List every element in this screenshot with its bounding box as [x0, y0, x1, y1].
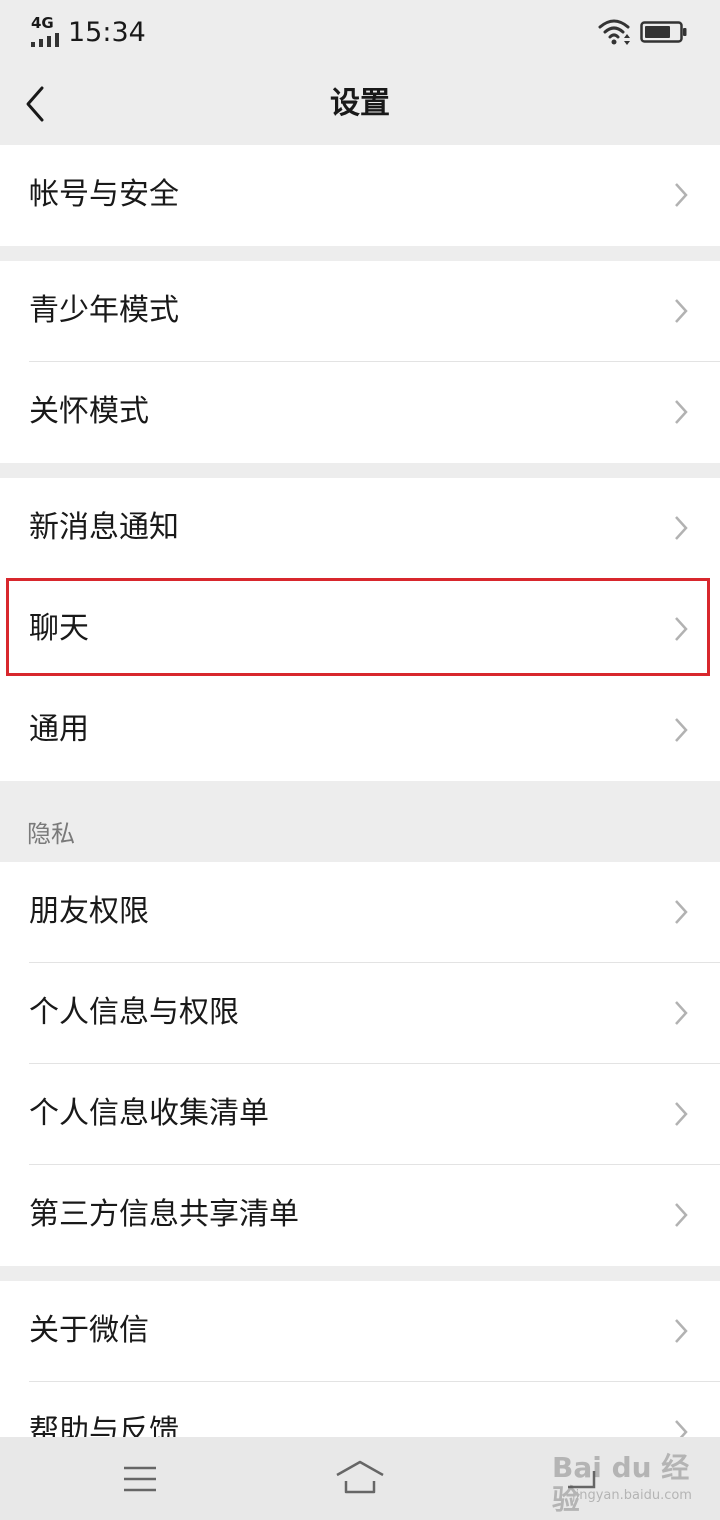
chevron-right-icon [675, 1001, 688, 1025]
settings-item-chat[interactable]: 聊天 [0, 579, 720, 680]
settings-item-label: 聊天 [29, 611, 89, 646]
settings-group-privacy: 朋友权限 个人信息与权限 个人信息收集清单 第三方信息共享清单 [0, 862, 720, 1266]
settings-item-third-party-sharing-list[interactable]: 第三方信息共享清单 [0, 1165, 720, 1266]
settings-item-notifications[interactable]: 新消息通知 [0, 478, 720, 579]
settings-item-care-mode[interactable]: 关怀模式 [0, 362, 720, 463]
status-time: 15:34 [68, 17, 146, 48]
settings-item-info-collection-list[interactable]: 个人信息收集清单 [0, 1064, 720, 1165]
wifi-icon [598, 19, 630, 45]
settings-item-help-feedback[interactable]: 帮助与反馈 [0, 1382, 720, 1437]
settings-item-label: 关怀模式 [29, 394, 149, 429]
watermark-main: Bai du 经验 [552, 1451, 690, 1516]
settings-item-label: 帐号与安全 [29, 177, 179, 212]
settings-item-friend-permissions[interactable]: 朋友权限 [0, 862, 720, 963]
settings-item-label: 关于微信 [29, 1313, 149, 1348]
settings-group-general: 新消息通知 聊天 通用 [0, 478, 720, 781]
settings-item-label: 新消息通知 [29, 510, 179, 545]
chevron-right-icon [675, 400, 688, 424]
section-label-privacy: 隐私 [27, 820, 75, 848]
nav-bar: 设置 [0, 64, 720, 144]
page-title: 设置 [330, 86, 390, 121]
settings-item-label: 朋友权限 [29, 894, 149, 929]
settings-item-about-wechat[interactable]: 关于微信 [0, 1281, 720, 1382]
baidu-watermark: Bai du 经验 jingyan.baidu.com [552, 1442, 692, 1516]
settings-item-general[interactable]: 通用 [0, 680, 720, 781]
settings-item-label: 个人信息与权限 [29, 995, 239, 1030]
settings-item-personal-info-permissions[interactable]: 个人信息与权限 [0, 963, 720, 1064]
chevron-right-icon [675, 299, 688, 323]
watermark-sub: jingyan.baidu.com [572, 1488, 692, 1503]
chevron-right-icon [675, 1420, 688, 1437]
settings-item-label: 通用 [29, 712, 89, 747]
chevron-right-icon [675, 183, 688, 207]
settings-item-label: 帮助与反馈 [29, 1414, 179, 1437]
settings-item-label: 第三方信息共享清单 [29, 1197, 299, 1232]
settings-group-modes: 青少年模式 关怀模式 [0, 261, 720, 463]
chevron-right-icon [675, 1319, 688, 1343]
menu-icon[interactable] [122, 1465, 158, 1493]
battery-icon [640, 21, 687, 43]
chevron-right-icon [675, 617, 688, 641]
home-icon[interactable] [334, 1459, 386, 1495]
settings-item-account-security[interactable]: 帐号与安全 [0, 145, 720, 246]
chevron-right-icon [675, 516, 688, 540]
network-type: 4G [31, 14, 54, 32]
chevron-right-icon [675, 1203, 688, 1227]
chevron-right-icon [675, 718, 688, 742]
signal-icon: 4G [30, 14, 62, 47]
settings-item-teen-mode[interactable]: 青少年模式 [0, 261, 720, 362]
settings-group-about: 关于微信 帮助与反馈 [0, 1281, 720, 1437]
settings-item-label: 青少年模式 [29, 293, 179, 328]
chevron-right-icon [675, 900, 688, 924]
settings-item-label: 个人信息收集清单 [29, 1096, 269, 1131]
settings-group-account: 帐号与安全 [0, 145, 720, 246]
status-bar: 4G 15:34 [0, 0, 720, 64]
chevron-right-icon [675, 1102, 688, 1126]
